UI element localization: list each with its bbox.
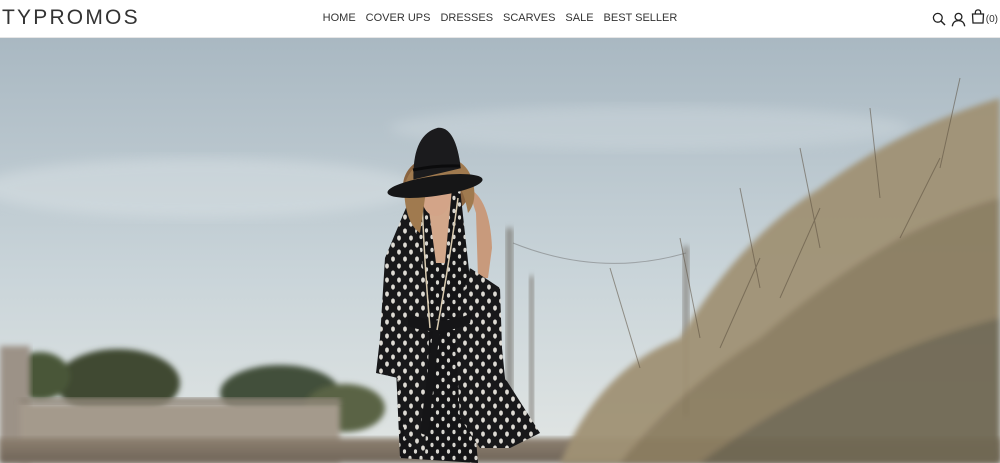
shopping-bag-icon — [971, 9, 985, 29]
header-icons: (0) — [927, 9, 998, 29]
nav-item-best-seller[interactable]: BEST SELLER — [604, 12, 678, 25]
nav-item-sale[interactable]: SALE — [565, 12, 593, 25]
hero-banner[interactable] — [0, 38, 1000, 463]
nav-item-dresses[interactable]: DRESSES — [440, 12, 493, 25]
cart-count: (0) — [985, 13, 998, 25]
nav-item-scarves[interactable]: SCARVES — [503, 12, 555, 25]
search-icon[interactable] — [932, 12, 946, 26]
cart-button[interactable]: (0) — [971, 9, 998, 29]
hero-image — [0, 38, 1000, 463]
main-nav: HOME COVER UPS DRESSES SCARVES SALE BEST… — [0, 12, 1000, 25]
site-header: TYPROMOS HOME COVER UPS DRESSES SCARVES … — [0, 0, 1000, 38]
nav-item-cover-ups[interactable]: COVER UPS — [366, 12, 431, 25]
user-icon[interactable] — [951, 12, 966, 27]
nav-item-home[interactable]: HOME — [323, 12, 356, 25]
